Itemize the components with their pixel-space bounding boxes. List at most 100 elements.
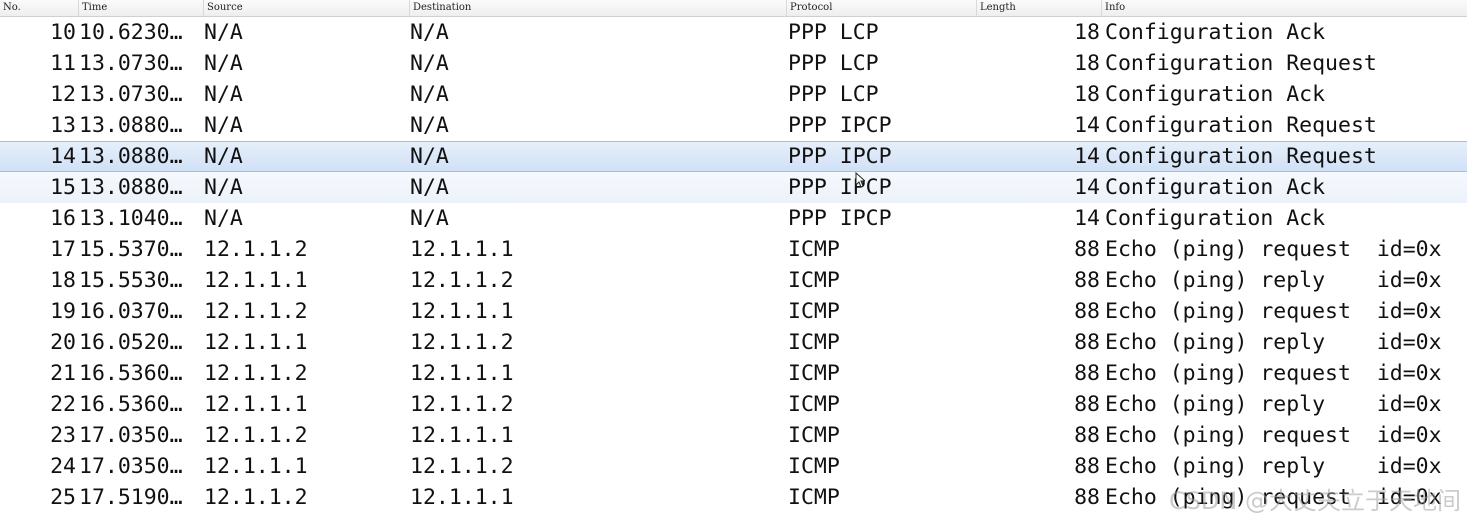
cell-time: 16.0370… bbox=[79, 299, 183, 324]
cell-length: 14 bbox=[1074, 175, 1100, 200]
column-header-time[interactable]: Time bbox=[79, 0, 204, 16]
cell-no: 16 bbox=[50, 206, 76, 231]
cell-info: Echo (ping) reply id=0x bbox=[1105, 268, 1442, 293]
cell-no: 17 bbox=[50, 237, 76, 262]
cell-no: 14 bbox=[50, 144, 76, 169]
packet-row[interactable]: 18 15.5530… 12.1.1.1 12.1.1.2 ICMP 88 Echo (pi… bbox=[0, 265, 1467, 296]
cell-destination: N/A bbox=[410, 51, 449, 76]
cell-no: 12 bbox=[50, 82, 76, 107]
cell-time: 16.0520… bbox=[79, 330, 183, 355]
cell-no: 21 bbox=[50, 361, 76, 386]
cell-source: 12.1.1.2 bbox=[204, 423, 308, 448]
packet-row[interactable]: 12 13.0730… N/A N/A PPP LCP 18 Configuration A… bbox=[0, 79, 1467, 110]
cell-no: 18 bbox=[50, 268, 76, 293]
cell-length: 88 bbox=[1074, 454, 1100, 479]
column-header-no[interactable]: No. bbox=[0, 0, 79, 16]
cell-time: 13.0880… bbox=[79, 144, 183, 169]
cell-source: N/A bbox=[204, 113, 243, 138]
cell-length: 88 bbox=[1074, 423, 1100, 448]
packet-row[interactable]: 22 16.5360… 12.1.1.1 12.1.1.2 ICMP 88 Echo (pi… bbox=[0, 389, 1467, 420]
packet-row[interactable]: 20 16.0520… 12.1.1.1 12.1.1.2 ICMP 88 Echo (pi… bbox=[0, 327, 1467, 358]
packet-row[interactable]: 16 13.1040… N/A N/A PPP IPCP 14 Configuration … bbox=[0, 203, 1467, 234]
cell-destination: 12.1.1.2 bbox=[410, 268, 514, 293]
cell-info: Echo (ping) reply id=0x bbox=[1105, 392, 1442, 417]
cell-no: 22 bbox=[50, 392, 76, 417]
cell-destination: 12.1.1.1 bbox=[410, 485, 514, 510]
cell-info: Configuration Request bbox=[1105, 51, 1377, 76]
packet-rows: 10 10.6230… N/A N/A PPP LCP 18 Configuration A… bbox=[0, 17, 1467, 513]
cell-time: 16.5360… bbox=[79, 392, 183, 417]
packet-row[interactable]: 21 16.5360… 12.1.1.2 12.1.1.1 ICMP 88 Echo (pi… bbox=[0, 358, 1467, 389]
column-header-destination[interactable]: Destination bbox=[410, 0, 787, 16]
packet-row[interactable]: 24 17.0350… 12.1.1.1 12.1.1.2 ICMP 88 Echo (pi… bbox=[0, 451, 1467, 482]
cell-no: 19 bbox=[50, 299, 76, 324]
cell-destination: 12.1.1.1 bbox=[410, 423, 514, 448]
cell-info: Configuration Ack bbox=[1105, 206, 1326, 231]
cell-info: Echo (ping) reply id=0x bbox=[1105, 454, 1442, 479]
cell-time: 16.5360… bbox=[79, 361, 183, 386]
cell-no: 20 bbox=[50, 330, 76, 355]
cell-destination: 12.1.1.1 bbox=[410, 299, 514, 324]
cell-length: 88 bbox=[1074, 330, 1100, 355]
packet-row[interactable]: 17 15.5370… 12.1.1.2 12.1.1.1 ICMP 88 Echo (pi… bbox=[0, 234, 1467, 265]
cell-info: Configuration Ack bbox=[1105, 82, 1326, 107]
cell-length: 88 bbox=[1074, 237, 1100, 262]
cell-destination: 12.1.1.1 bbox=[410, 361, 514, 386]
cell-time: 10.6230… bbox=[79, 20, 183, 45]
cell-destination: 12.1.1.1 bbox=[410, 237, 514, 262]
cell-time: 17.5190… bbox=[79, 485, 183, 510]
cell-length: 88 bbox=[1074, 392, 1100, 417]
cell-no: 10 bbox=[50, 20, 76, 45]
packet-row[interactable]: 14 13.0880… N/A N/A PPP IPCP 14 Configuration … bbox=[0, 141, 1467, 172]
cell-source: 12.1.1.1 bbox=[204, 392, 308, 417]
cell-length: 14 bbox=[1074, 113, 1100, 138]
column-header-protocol[interactable]: Protocol bbox=[787, 0, 977, 16]
column-header-info[interactable]: Info bbox=[1102, 0, 1467, 16]
cell-time: 17.0350… bbox=[79, 423, 183, 448]
cell-destination: N/A bbox=[410, 175, 449, 200]
packet-list-pane[interactable]: No. Time Source Destination Protocol Len… bbox=[0, 0, 1467, 522]
cell-length: 18 bbox=[1074, 51, 1100, 76]
cell-source: 12.1.1.1 bbox=[204, 268, 308, 293]
cell-destination: N/A bbox=[410, 113, 449, 138]
packet-row[interactable]: 11 13.0730… N/A N/A PPP LCP 18 Configuration R… bbox=[0, 48, 1467, 79]
cell-length: 18 bbox=[1074, 20, 1100, 45]
cell-source: N/A bbox=[204, 20, 243, 45]
cell-length: 14 bbox=[1074, 206, 1100, 231]
cell-destination: 12.1.1.2 bbox=[410, 330, 514, 355]
cell-no: 25 bbox=[50, 485, 76, 510]
cell-time: 15.5370… bbox=[79, 237, 183, 262]
cell-source: 12.1.1.2 bbox=[204, 237, 308, 262]
cell-source: N/A bbox=[204, 206, 243, 231]
cell-source: N/A bbox=[204, 51, 243, 76]
packet-row[interactable]: 13 13.0880… N/A N/A PPP IPCP 14 Configuration … bbox=[0, 110, 1467, 141]
column-header-source[interactable]: Source bbox=[204, 0, 410, 16]
cell-length: 18 bbox=[1074, 82, 1100, 107]
cell-length: 88 bbox=[1074, 361, 1100, 386]
cell-info: Echo (ping) reply id=0x bbox=[1105, 330, 1442, 355]
cell-no: 23 bbox=[50, 423, 76, 448]
packet-row[interactable]: 19 16.0370… 12.1.1.2 12.1.1.1 ICMP 88 Echo (pi… bbox=[0, 296, 1467, 327]
packet-row[interactable]: 10 10.6230… N/A N/A PPP LCP 18 Configuration A… bbox=[0, 17, 1467, 48]
column-header-row: No. Time Source Destination Protocol Len… bbox=[0, 0, 1467, 17]
cell-destination: N/A bbox=[410, 20, 449, 45]
packet-row[interactable]: 23 17.0350… 12.1.1.2 12.1.1.1 ICMP 88 Echo (pi… bbox=[0, 420, 1467, 451]
packet-row[interactable]: 15 13.0880… N/A N/A PPP IPCP 14 Configuration … bbox=[0, 172, 1467, 203]
cell-info: Configuration Ack bbox=[1105, 175, 1326, 200]
cell-info: Echo (ping) request id=0x bbox=[1105, 361, 1442, 386]
cell-info: Echo (ping) request id=0x bbox=[1105, 299, 1442, 324]
cell-info: Echo (ping) request id=0x bbox=[1105, 423, 1442, 448]
cell-no: 15 bbox=[50, 175, 76, 200]
cell-info: Configuration Ack bbox=[1105, 20, 1326, 45]
cell-time: 13.0730… bbox=[79, 82, 183, 107]
cell-no: 13 bbox=[50, 113, 76, 138]
cell-no: 24 bbox=[50, 454, 76, 479]
cell-source: 12.1.1.1 bbox=[204, 330, 308, 355]
column-header-length[interactable]: Length bbox=[977, 0, 1102, 16]
cell-source: N/A bbox=[204, 175, 243, 200]
cell-destination: N/A bbox=[410, 144, 449, 169]
cell-source: 12.1.1.2 bbox=[204, 299, 308, 324]
packet-row[interactable]: 25 17.5190… 12.1.1.2 12.1.1.1 ICMP 88 Echo (pi… bbox=[0, 482, 1467, 513]
cell-info: Configuration Request bbox=[1105, 113, 1377, 138]
cell-length: 88 bbox=[1074, 268, 1100, 293]
